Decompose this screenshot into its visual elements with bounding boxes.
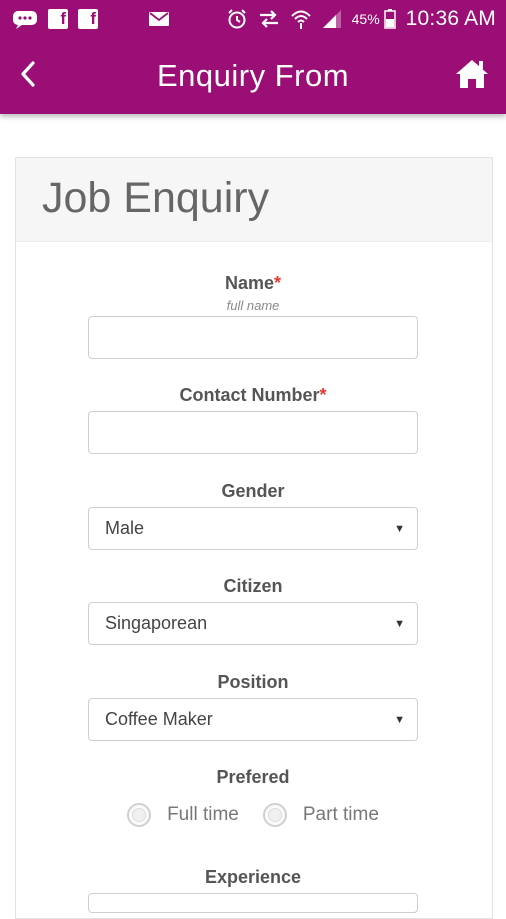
- position-label: Position: [217, 672, 289, 692]
- radio-part-time-label: Part time: [302, 804, 379, 825]
- position-select[interactable]: Coffee Maker ▼: [88, 698, 418, 741]
- status-bar-system: 45% 10:36 AM: [226, 7, 496, 31]
- alarm-icon: [226, 8, 248, 30]
- experience-input[interactable]: [88, 893, 418, 913]
- radio-button[interactable]: [127, 803, 152, 827]
- battery-icon: [383, 9, 396, 29]
- radio-full-time[interactable]: Full time: [127, 803, 239, 827]
- radio-part-time[interactable]: Part time: [262, 803, 379, 827]
- required-marker: *: [319, 385, 327, 405]
- radio-full-time-label: Full time: [167, 804, 239, 825]
- signal-icon: [322, 9, 342, 29]
- card-header: Job Enquiry: [16, 158, 492, 242]
- page-title: Enquiry From: [156, 58, 350, 93]
- citizen-label: Citizen: [223, 576, 283, 596]
- gender-label: Gender: [221, 481, 285, 501]
- message-icon: [12, 9, 38, 29]
- contact-label-text: Contact Number: [179, 385, 320, 405]
- dropdown-arrow-icon: ▼: [394, 713, 405, 726]
- required-marker: *: [274, 273, 282, 293]
- gender-value: Male: [105, 518, 145, 538]
- citizen-value: Singaporean: [105, 613, 208, 633]
- name-label: Name*: [0, 273, 506, 294]
- prefered-label: Prefered: [216, 767, 290, 787]
- dropdown-arrow-icon: ▼: [394, 617, 405, 630]
- clock: 10:36 AM: [405, 7, 496, 30]
- mail-icon: [148, 11, 170, 27]
- radio-button[interactable]: [262, 803, 287, 827]
- home-button[interactable]: [452, 56, 492, 96]
- name-hint: full name: [226, 298, 280, 313]
- citizen-select[interactable]: Singaporean ▼: [88, 602, 418, 645]
- facebook-icon: f: [78, 9, 98, 29]
- home-icon: [454, 58, 490, 95]
- gender-select[interactable]: Male ▼: [88, 507, 418, 550]
- position-value: Coffee Maker: [105, 709, 213, 729]
- name-label-text: Name: [224, 273, 274, 293]
- prefered-radio-group: Full time Part time: [0, 798, 506, 832]
- status-bar-notifications: f f: [12, 9, 170, 29]
- dropdown-arrow-icon: ▼: [394, 522, 405, 535]
- wifi-icon: [290, 8, 312, 30]
- contact-number-input[interactable]: [88, 411, 418, 454]
- name-input[interactable]: [88, 316, 418, 359]
- app-bar: Enquiry From: [0, 38, 506, 114]
- contact-label: Contact Number*: [0, 385, 506, 406]
- facebook-icon: f: [48, 9, 68, 29]
- data-transfer-icon: [258, 10, 280, 28]
- form-title: Job Enquiry: [42, 174, 270, 222]
- status-bar: f f 45% 10:36 AM: [0, 0, 506, 38]
- experience-label: Experience: [204, 867, 302, 887]
- battery-percent: 45%: [351, 11, 380, 27]
